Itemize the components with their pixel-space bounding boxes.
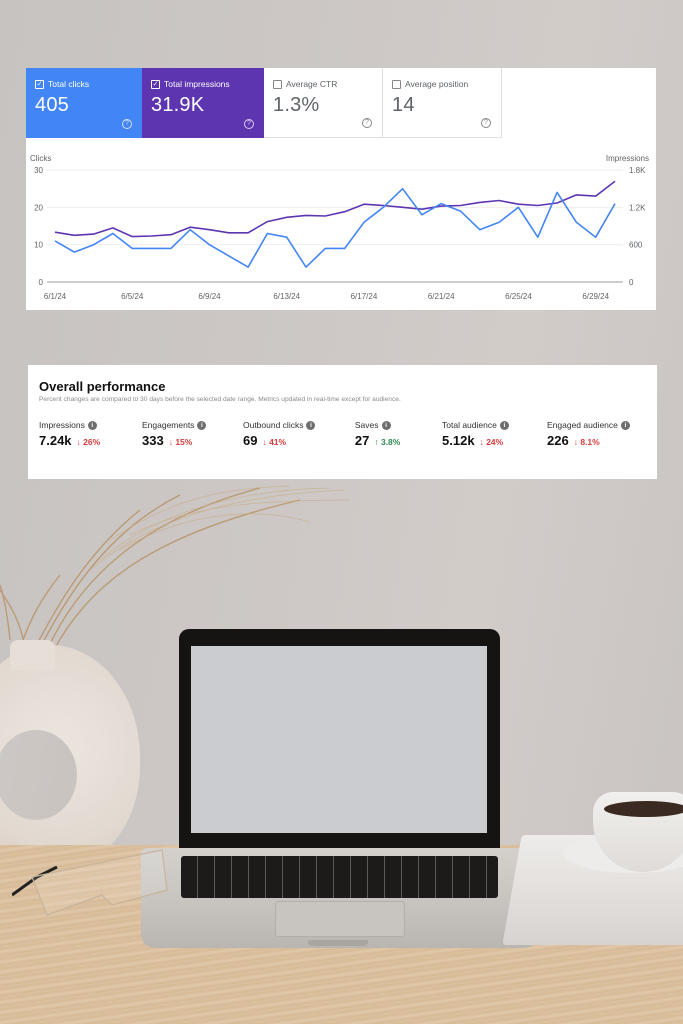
series-line-clicks xyxy=(54,187,616,268)
card-value: 31.9K xyxy=(151,94,205,116)
card-label: Average position xyxy=(405,79,469,89)
laptop-screen xyxy=(191,646,487,833)
metric-impressions[interactable]: Impressions i 7.24k ↓ 26% xyxy=(39,420,142,448)
x-tick-label: 6/29/24 xyxy=(582,292,609,301)
arrow-down-icon: ↓ xyxy=(168,437,173,447)
checkbox-unchecked-icon[interactable] xyxy=(392,79,401,89)
metric-change-down: ↓ 24% xyxy=(479,437,504,447)
y-tick-label-left: 30 xyxy=(34,166,43,175)
arrow-down-icon: ↓ xyxy=(479,437,484,447)
metric-engaged-audience[interactable]: Engaged audience i 226 ↓ 8.1% xyxy=(547,420,646,448)
metric-value: 69 xyxy=(242,433,258,448)
y-tick-label-left: 10 xyxy=(34,241,43,250)
info-icon[interactable]: i xyxy=(306,420,316,430)
y-tick-label-right: 0 xyxy=(629,278,634,287)
x-tick-label: 6/21/24 xyxy=(428,292,455,301)
metric-outbound-clicks[interactable]: Outbound clicks i 69 ↓ 41% xyxy=(243,420,355,448)
x-tick-label: 6/5/24 xyxy=(121,292,144,301)
metric-total-audience[interactable]: Total audience i 5.12k ↓ 24% xyxy=(442,420,547,448)
metric-change-down: ↓ 8.1% xyxy=(573,437,600,447)
overall-performance-panel: Overall performance Percent changes are … xyxy=(28,365,657,479)
info-icon[interactable]: i xyxy=(499,420,509,430)
metric-engagements[interactable]: Engagements i 333 ↓ 15% xyxy=(142,420,243,448)
y-tick-label-left: 0 xyxy=(39,278,44,287)
metric-change-down: ↓ 15% xyxy=(168,437,193,447)
info-icon[interactable]: i xyxy=(87,420,97,430)
x-tick-label: 6/13/24 xyxy=(273,292,300,301)
average-position-card[interactable]: Average position 14 ? xyxy=(383,68,502,138)
y-tick-label-left: 20 xyxy=(34,203,43,212)
info-icon[interactable]: i xyxy=(197,420,207,430)
laptop-keyboard xyxy=(181,856,498,898)
metric-value: 226 xyxy=(546,433,569,448)
metric-label: Total audience xyxy=(442,420,497,430)
checkbox-checked-icon[interactable]: ✓ xyxy=(35,79,44,89)
metric-label: Impressions xyxy=(39,420,85,430)
card-value: 405 xyxy=(35,94,69,116)
checkbox-unchecked-icon[interactable] xyxy=(273,79,282,89)
laptop-trackpad xyxy=(275,901,405,937)
help-icon[interactable]: ? xyxy=(244,119,254,129)
metrics-row: Impressions i 7.24k ↓ 26% Engagements i 333… xyxy=(39,420,646,448)
help-icon[interactable]: ? xyxy=(122,119,132,129)
y-tick-label-right: 1.2K xyxy=(629,203,646,212)
help-icon[interactable]: ? xyxy=(362,118,372,128)
card-label: Average CTR xyxy=(286,79,338,89)
metric-label: Engagements xyxy=(141,420,195,430)
pampas-grass-decor xyxy=(0,485,351,649)
metric-change-down: ↓ 41% xyxy=(262,437,287,447)
card-label: Total clicks xyxy=(48,79,90,89)
right-axis-label: Impressions xyxy=(606,154,649,163)
eyeglasses-decor xyxy=(12,849,168,916)
metric-value: 27 xyxy=(354,433,370,448)
metric-value: 333 xyxy=(141,433,164,448)
metric-value: 7.24k xyxy=(39,433,72,448)
arrow-down-icon: ↓ xyxy=(262,437,267,447)
info-icon[interactable]: i xyxy=(381,420,391,430)
clicks-impressions-line-chart: Clicks Impressions 0102030 06001.2K1.8K … xyxy=(30,154,649,301)
card-value: 14 xyxy=(392,94,415,116)
laptop-notch xyxy=(308,940,368,946)
y-tick-label-right: 1.8K xyxy=(629,166,646,175)
arrow-down-icon: ↓ xyxy=(76,437,81,447)
metric-label: Outbound clicks xyxy=(242,420,304,430)
metric-value: 5.12k xyxy=(442,433,475,448)
info-icon[interactable]: i xyxy=(620,420,630,430)
metric-change-up: ↑ 3.8% xyxy=(374,437,401,447)
average-ctr-card[interactable]: Average CTR 1.3% ? xyxy=(264,68,383,138)
metric-cards: ✓ Total clicks 405 ? ✓ Total impressions 3… xyxy=(26,68,502,138)
arrow-up-icon: ↑ xyxy=(374,437,379,447)
y-tick-label-right: 600 xyxy=(629,241,643,250)
metric-saves[interactable]: Saves i 27 ↑ 3.8% xyxy=(355,420,442,448)
arrow-down-icon: ↓ xyxy=(573,437,578,447)
total-clicks-card[interactable]: ✓ Total clicks 405 ? xyxy=(26,68,142,138)
help-icon[interactable]: ? xyxy=(481,118,491,128)
vase-neck-decor xyxy=(10,640,55,670)
total-impressions-card[interactable]: ✓ Total impressions 31.9K ? xyxy=(142,68,264,138)
x-tick-label: 6/25/24 xyxy=(505,292,532,301)
section-title: Overall performance xyxy=(39,379,166,394)
section-subtitle: Percent changes are compared to 30 days … xyxy=(39,396,401,403)
card-label: Total impressions xyxy=(164,79,230,89)
x-tick-label: 6/9/24 xyxy=(198,292,221,301)
series-line-impressions xyxy=(54,180,616,238)
x-tick-label: 6/17/24 xyxy=(351,292,378,301)
x-tick-label: 6/1/24 xyxy=(44,292,67,301)
card-value: 1.3% xyxy=(273,94,320,116)
metric-label: Engaged audience xyxy=(546,420,618,430)
metric-label: Saves xyxy=(354,420,379,430)
metric-change-down: ↓ 26% xyxy=(76,437,101,447)
coffee-decor xyxy=(604,801,683,817)
checkbox-checked-icon[interactable]: ✓ xyxy=(151,79,160,89)
left-axis-label: Clicks xyxy=(30,154,51,163)
search-console-performance-panel: ✓ Total clicks 405 ? ✓ Total impressions 3… xyxy=(26,68,656,310)
